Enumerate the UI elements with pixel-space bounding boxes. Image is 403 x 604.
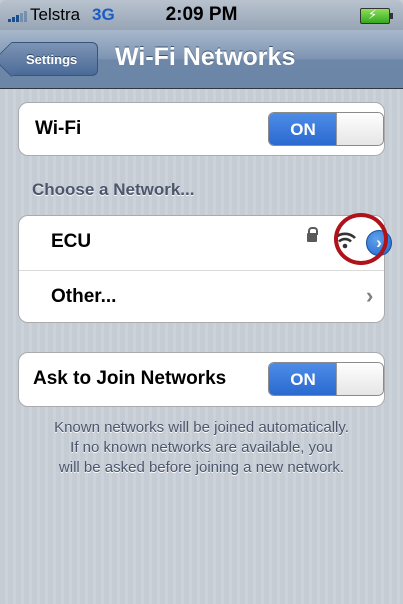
wifi-toggle[interactable]: ON bbox=[268, 112, 384, 146]
ask-to-join-footnote: Known networks will be joined automatica… bbox=[10, 418, 393, 478]
toggle-knob bbox=[336, 113, 383, 145]
wifi-toggle-on-label: ON bbox=[269, 113, 337, 145]
network-row-other[interactable]: Other... › bbox=[19, 270, 384, 324]
battery-icon: ⚡ bbox=[360, 7, 393, 24]
ask-toggle-on-label: ON bbox=[269, 363, 337, 395]
clock: 2:09 PM bbox=[165, 4, 238, 25]
highlight-circle bbox=[334, 213, 388, 265]
network-name: Other... bbox=[51, 286, 117, 307]
wifi-toggle-group: Wi-Fi ON bbox=[18, 102, 385, 156]
ask-to-join-row: Ask to Join Networks ON bbox=[19, 353, 384, 406]
network-name: ECU bbox=[51, 231, 92, 252]
page-title: Wi-Fi Networks bbox=[115, 43, 296, 71]
footnote-line: will be asked before joining a new netwo… bbox=[58, 459, 345, 476]
network-list: ECU › Other... › bbox=[18, 215, 392, 324]
footnote-line: Known networks will be joined automatica… bbox=[54, 419, 349, 436]
chevron-right-icon: › bbox=[366, 283, 374, 308]
status-bar: Telstra 3G 2:09 PM ⚡ bbox=[0, 0, 403, 30]
back-button-label: Settings bbox=[26, 52, 78, 67]
settings-back-button[interactable]: Settings bbox=[12, 42, 98, 76]
ask-to-join-label: Ask to Join Networks bbox=[33, 368, 227, 389]
wifi-label: Wi-Fi bbox=[35, 118, 82, 139]
network-row-ecu[interactable]: ECU › bbox=[19, 216, 392, 269]
lock-icon bbox=[307, 227, 318, 242]
ask-to-join-group: Ask to Join Networks ON bbox=[18, 352, 385, 407]
wifi-row: Wi-Fi ON bbox=[19, 103, 384, 156]
choose-network-header: Choose a Network... bbox=[32, 180, 195, 199]
settings-screen: Telstra 3G 2:09 PM ⚡ Settings Wi-Fi Netw… bbox=[0, 0, 403, 604]
footnote-line: If no known networks are available, you bbox=[70, 439, 333, 456]
toggle-knob bbox=[336, 363, 383, 395]
ask-to-join-toggle[interactable]: ON bbox=[268, 362, 384, 396]
navigation-bar: Settings Wi-Fi Networks bbox=[0, 30, 403, 89]
